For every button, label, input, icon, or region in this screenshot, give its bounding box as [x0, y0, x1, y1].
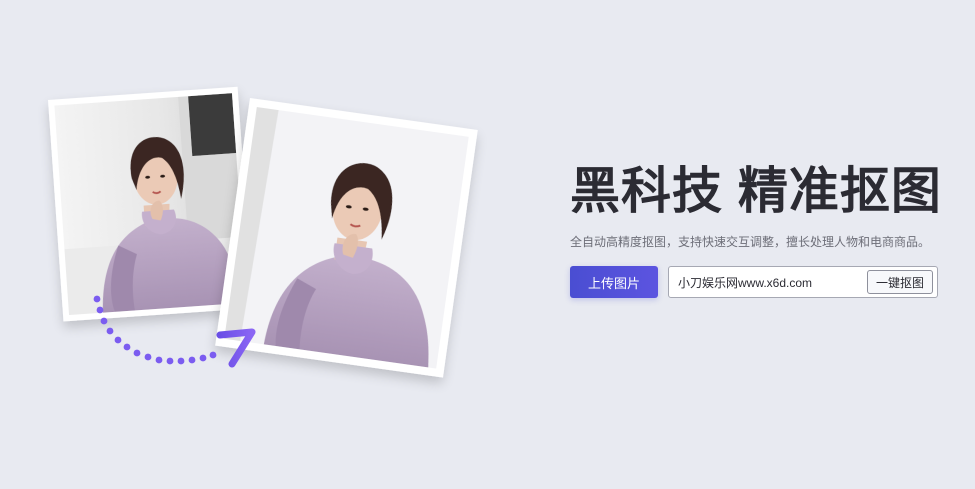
cutout-photo-card: [215, 98, 478, 378]
page-subtitle: 全自动高精度抠图，支持快速交互调整，擅长处理人物和电商商品。: [570, 235, 931, 249]
one-click-cutout-button[interactable]: 一键抠图: [866, 270, 933, 294]
original-photo: [54, 93, 247, 316]
page: 黑科技 精准抠图 全自动高精度抠图，支持快速交互调整，擅长处理人物和电商商品。 …: [0, 0, 975, 489]
action-bar: 上传图片 一键抠图: [570, 266, 960, 298]
hero-text: 黑科技 精准抠图 全自动高精度抠图，支持快速交互调整，擅长处理人物和电商商品。 …: [570, 160, 960, 298]
url-input-group: 一键抠图: [668, 266, 938, 298]
hero-illustration: [30, 70, 510, 410]
original-photo-card: [47, 86, 254, 322]
cutout-photo: [224, 107, 469, 369]
upload-image-button[interactable]: 上传图片: [570, 266, 658, 298]
page-title: 黑科技 精准抠图: [570, 163, 942, 219]
image-url-input[interactable]: [678, 275, 867, 289]
illustration-canvas: [47, 86, 478, 378]
